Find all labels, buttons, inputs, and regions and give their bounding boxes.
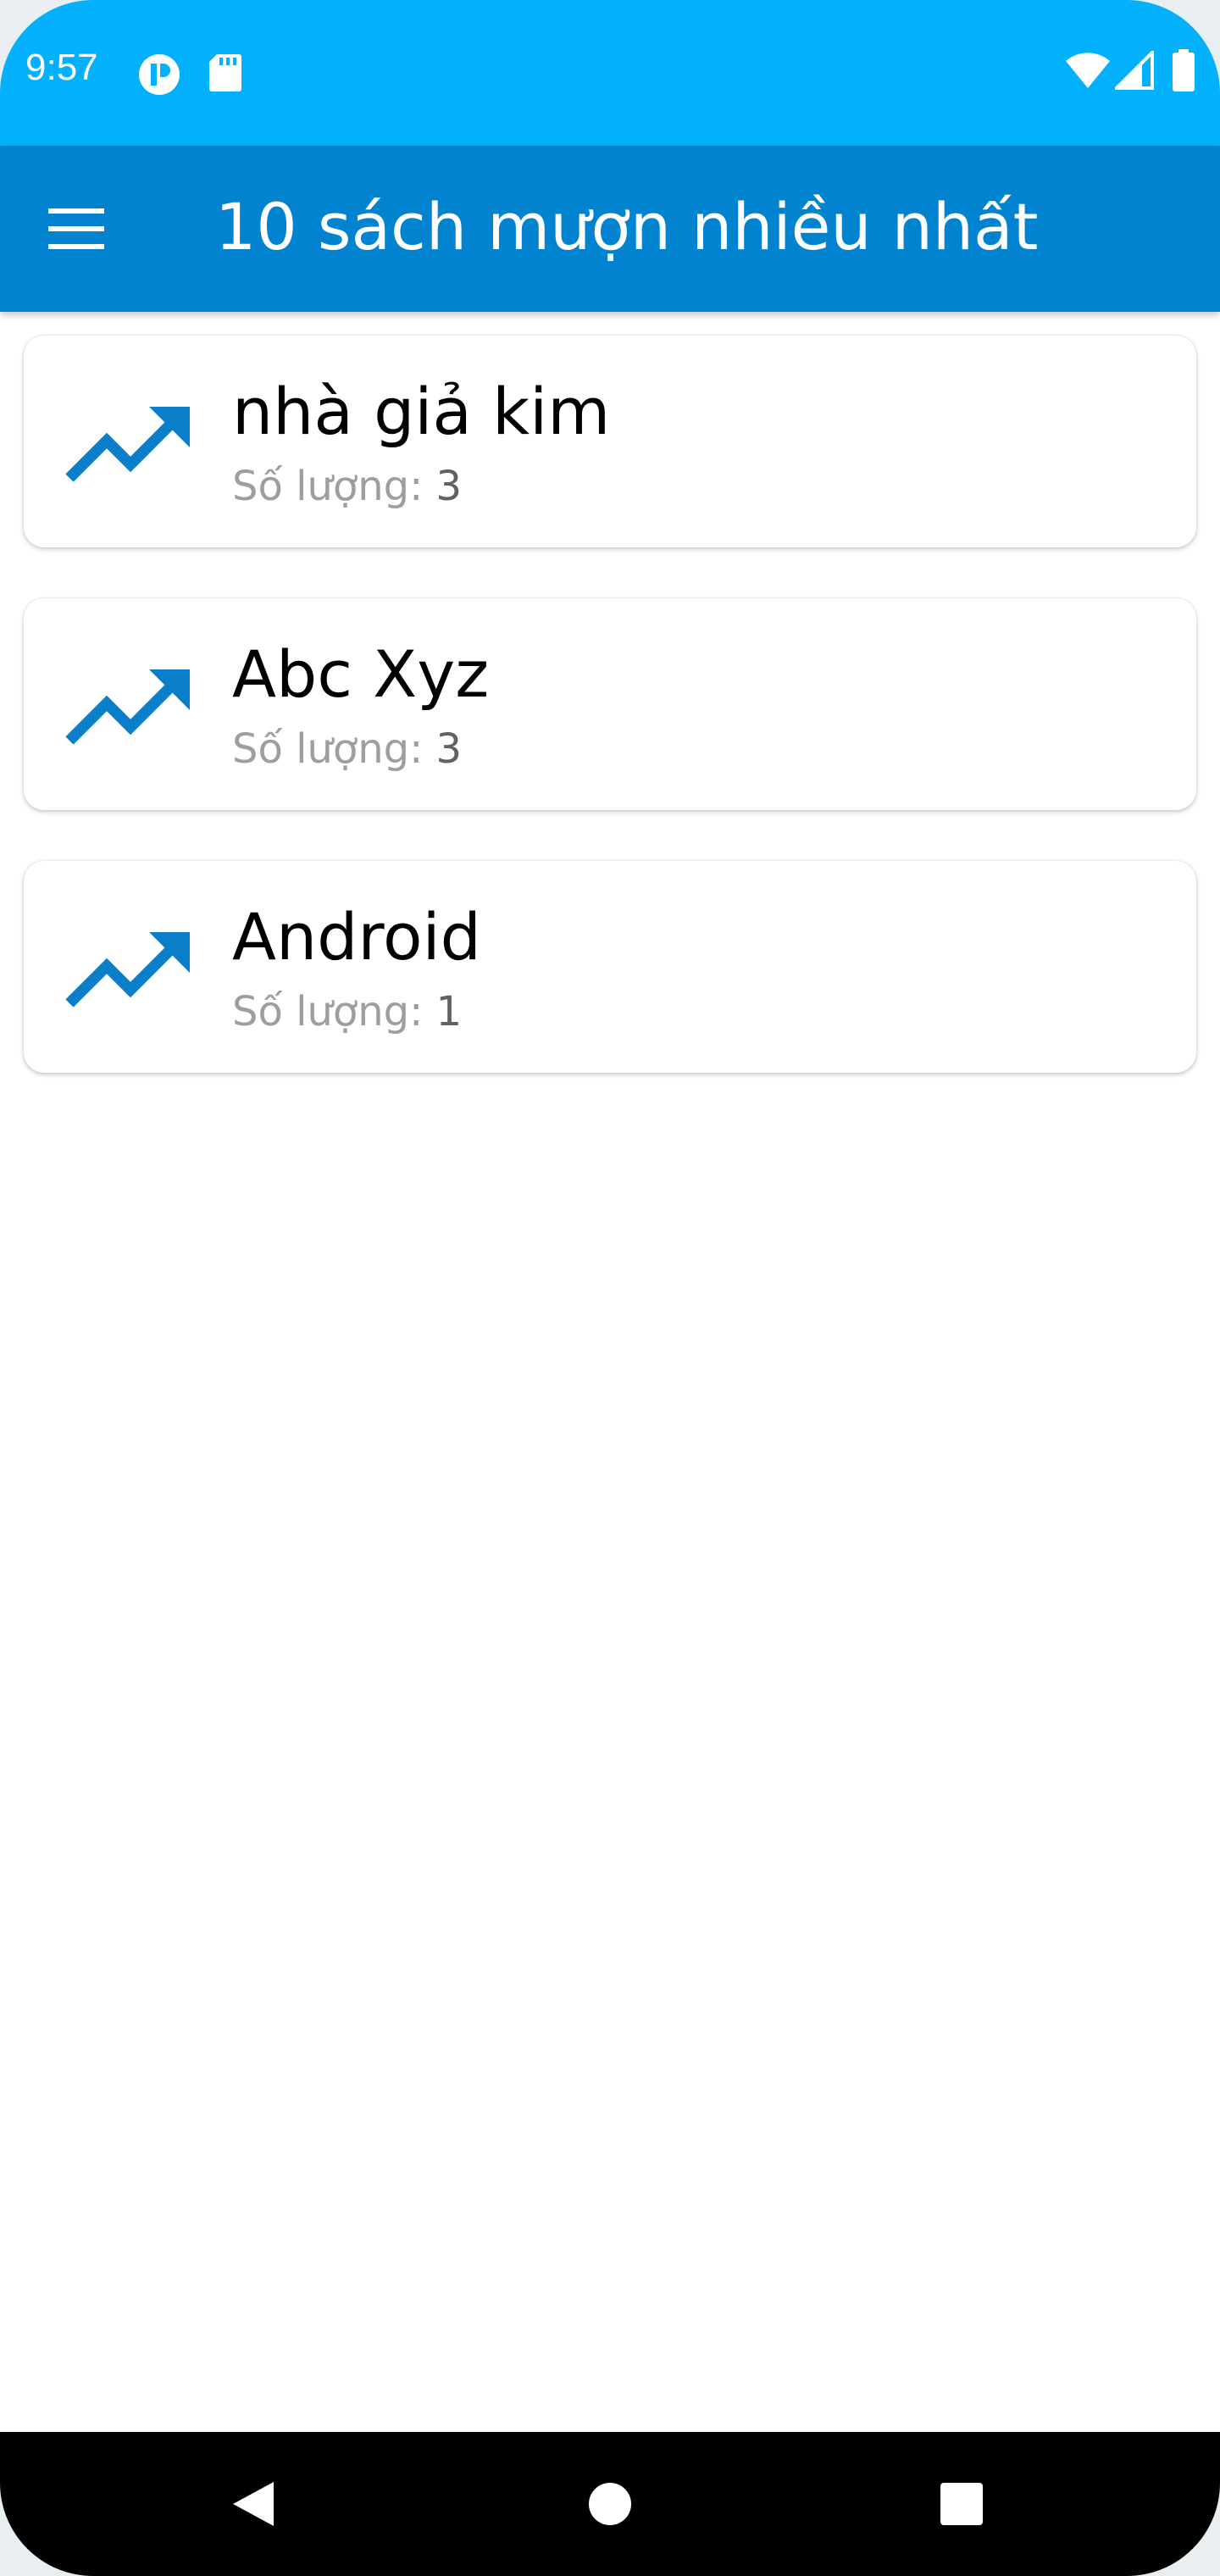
quantity-value: 3: [435, 725, 463, 773]
book-quantity: Số lượng: 3: [232, 464, 462, 509]
trending-up-icon: [65, 407, 190, 482]
book-title: Abc Xyz: [232, 636, 490, 712]
navigation-bar: [0, 2432, 1220, 2576]
quantity-value: 1: [435, 988, 463, 1035]
list-item[interactable]: Abc Xyz Số lượng: 3: [24, 598, 1196, 810]
sd-card-icon: [208, 53, 242, 97]
app-bar: 10 sách mượn nhiều nhất: [0, 146, 1220, 312]
wifi-icon: [1064, 51, 1112, 93]
status-bar: 9:57: [0, 0, 1220, 146]
home-icon: [589, 2483, 631, 2525]
book-quantity: Số lượng: 1: [232, 990, 462, 1035]
page-title: 10 sách mượn nhiều nhất: [215, 189, 1039, 264]
book-title: nhà giả kim: [232, 374, 611, 449]
hamburger-menu-icon: [48, 208, 104, 249]
trending-up-icon: [65, 669, 190, 745]
status-time: 9:57: [25, 47, 98, 88]
list-item[interactable]: Android Số lượng: 1: [24, 861, 1196, 1073]
recents-button[interactable]: [923, 2466, 1000, 2542]
quantity-value: 3: [435, 463, 463, 510]
quantity-label: Số lượng:: [232, 988, 424, 1035]
cell-signal-icon: [1112, 48, 1154, 93]
book-list: nhà giả kim Số lượng: 3 Abc Xyz Số lượng…: [24, 336, 1196, 1124]
menu-button[interactable]: [34, 186, 119, 271]
app-notification-icon: [137, 53, 181, 100]
list-item[interactable]: nhà giả kim Số lượng: 3: [24, 336, 1196, 547]
home-button[interactable]: [572, 2466, 648, 2542]
back-button[interactable]: [215, 2466, 291, 2542]
quantity-label: Số lượng:: [232, 725, 424, 773]
book-title: Android: [232, 899, 481, 974]
back-icon: [233, 2482, 274, 2526]
book-quantity: Số lượng: 3: [232, 727, 462, 772]
trending-up-icon: [65, 932, 190, 1008]
phone-screen: 9:57 10 sách mượn nhiều nhất nhà giả kim…: [0, 0, 1220, 2576]
quantity-label: Số lượng:: [232, 463, 424, 510]
battery-icon: [1171, 49, 1196, 95]
recents-icon: [940, 2483, 983, 2525]
